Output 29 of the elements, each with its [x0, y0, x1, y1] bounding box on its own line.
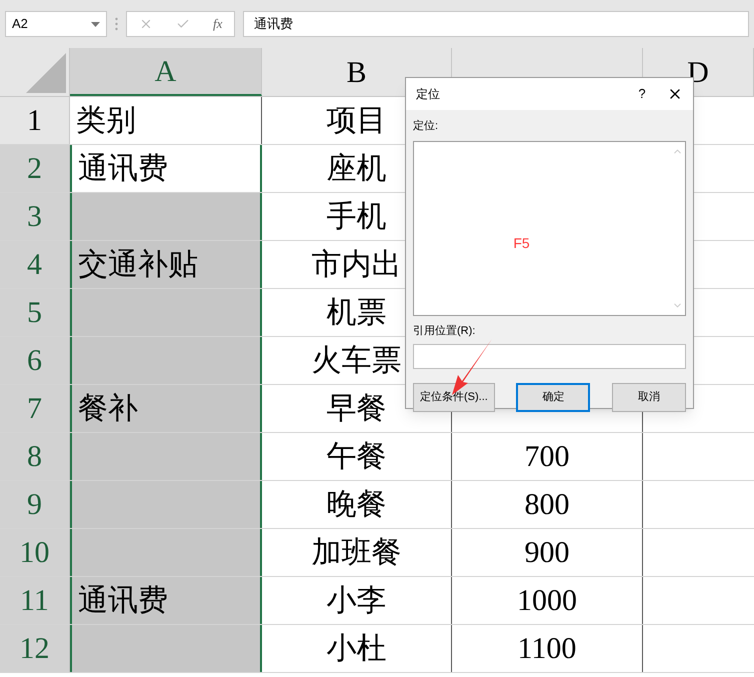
- column-header[interactable]: A: [70, 48, 262, 96]
- row-header[interactable]: 5: [0, 289, 70, 336]
- row-header[interactable]: 11: [0, 577, 70, 624]
- reference-list[interactable]: F5: [413, 140, 686, 316]
- formula-input[interactable]: 通讯费: [243, 11, 749, 37]
- table-cell: 通讯费: [70, 145, 262, 192]
- list-label: 定位:: [413, 118, 440, 134]
- table-cell: 通讯费: [70, 577, 262, 624]
- row-header[interactable]: 4: [0, 241, 70, 288]
- row-header[interactable]: 10: [0, 529, 70, 576]
- dropdown-caret-icon[interactable]: [91, 22, 100, 26]
- row-header[interactable]: 12: [0, 625, 70, 672]
- row-header[interactable]: 2: [0, 145, 70, 192]
- row-header[interactable]: 6: [0, 337, 70, 384]
- table-cell: 餐补: [70, 385, 262, 432]
- row-header[interactable]: 8: [0, 433, 70, 480]
- insert-function-button[interactable]: fx: [213, 14, 222, 34]
- annotation-text: F5: [513, 234, 530, 252]
- select-all-icon[interactable]: [26, 53, 66, 93]
- dialog-button[interactable]: 确定: [516, 383, 590, 412]
- dialog-button[interactable]: 定位条件(S)...: [413, 383, 495, 412]
- dialog-button[interactable]: 取消: [612, 383, 686, 412]
- table-cell: 交通补贴: [70, 241, 262, 288]
- row-header[interactable]: 7: [0, 385, 70, 432]
- name-box[interactable]: A2: [5, 11, 107, 37]
- row-header[interactable]: 3: [0, 193, 70, 240]
- row-header[interactable]: 9: [0, 481, 70, 528]
- grip-icon: [115, 17, 118, 31]
- row-header[interactable]: 1: [0, 97, 70, 144]
